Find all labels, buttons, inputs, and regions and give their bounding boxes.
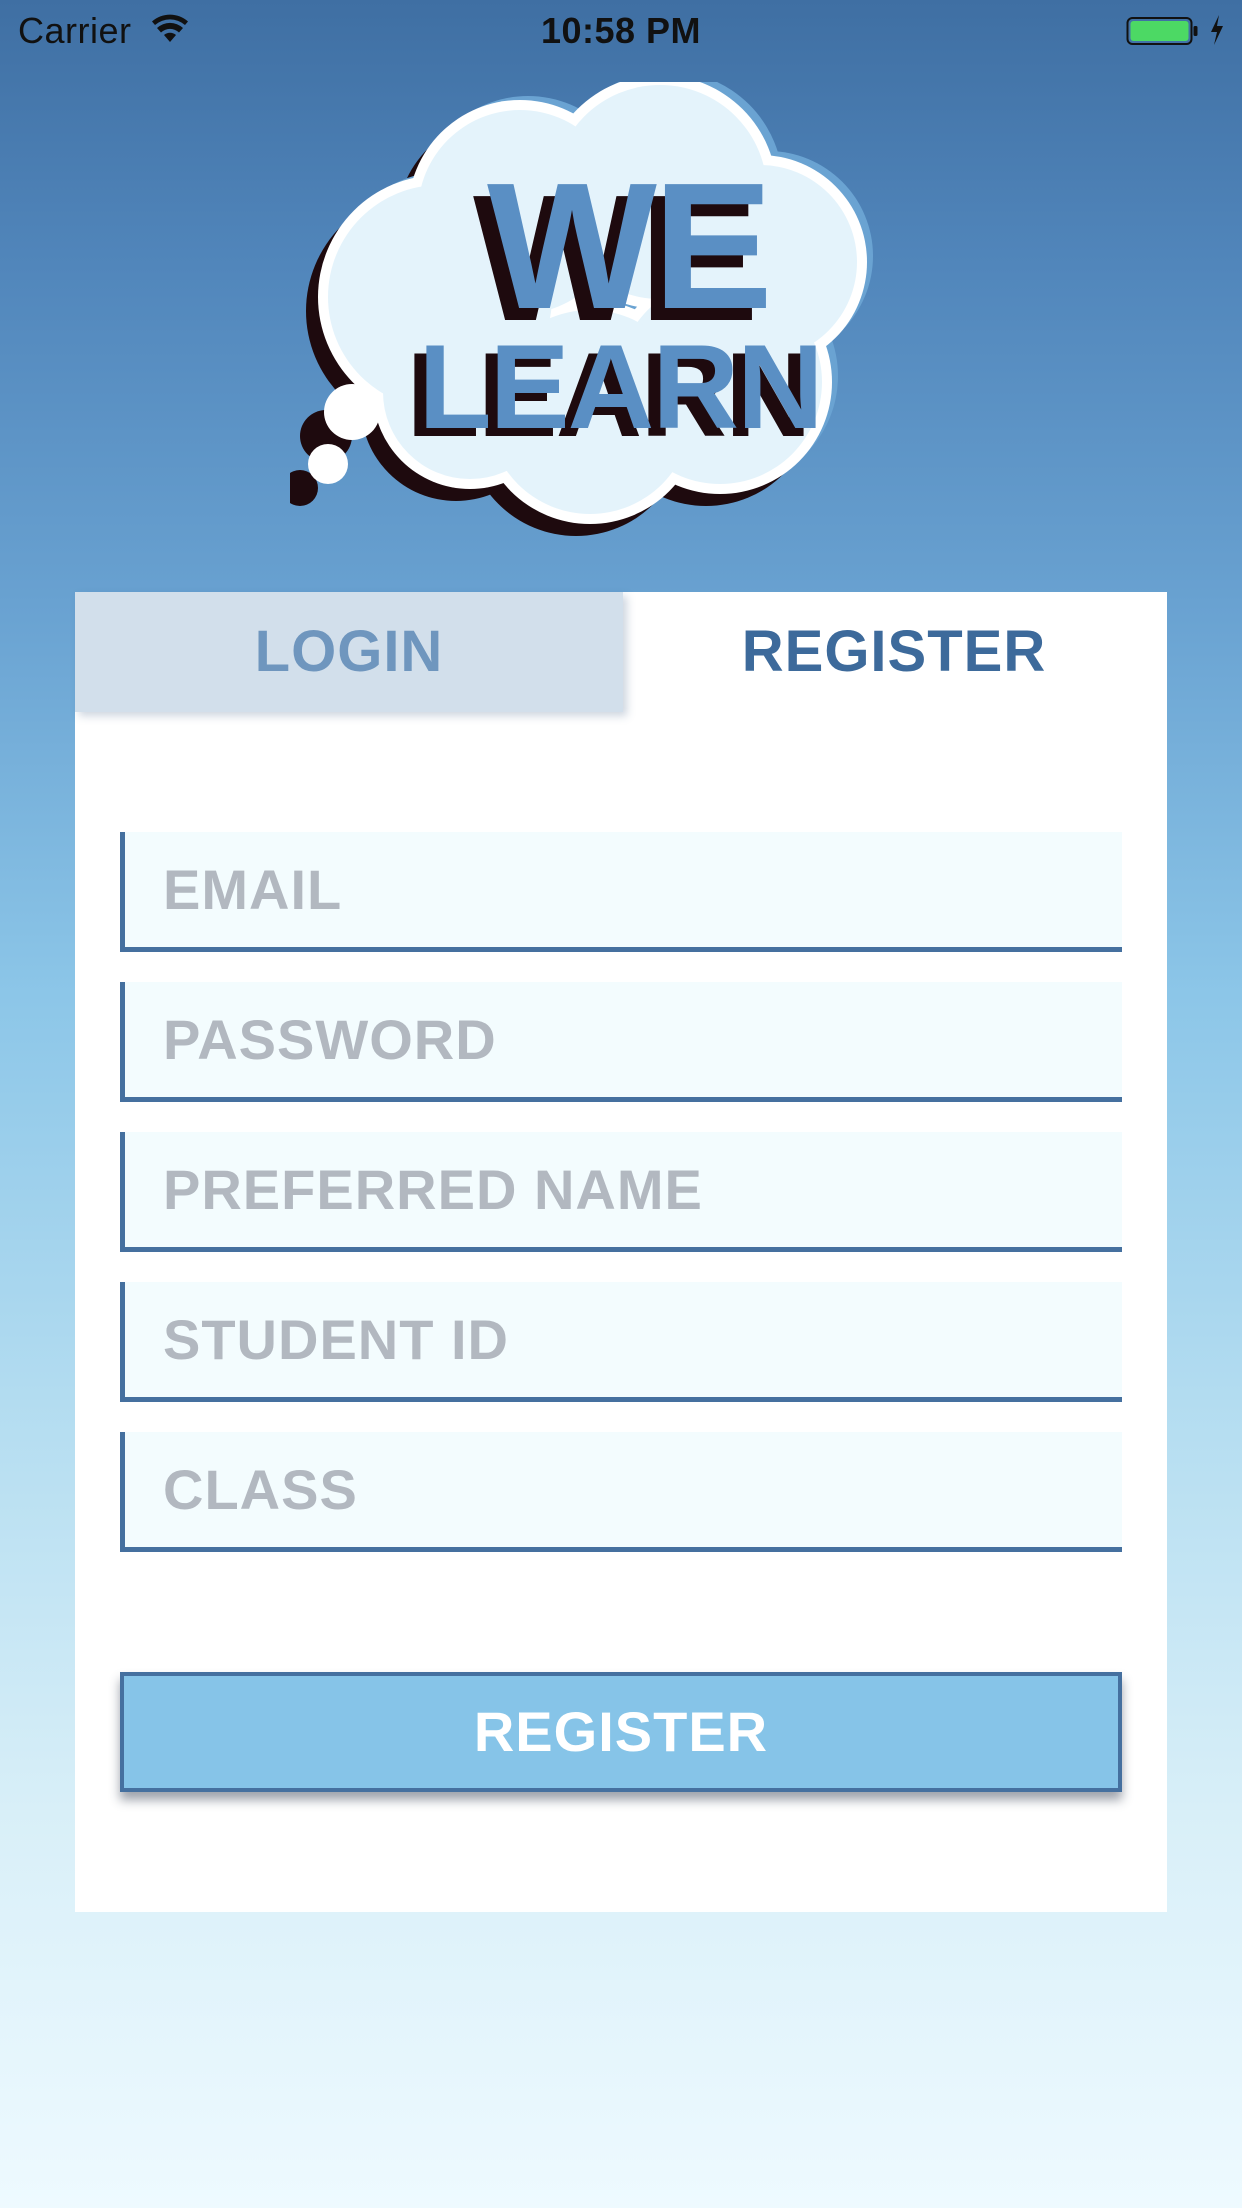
auth-card: LOGIN REGISTER REGISTER bbox=[75, 592, 1167, 1912]
logo-we-text-overlay: WE bbox=[487, 146, 769, 347]
email-field[interactable] bbox=[120, 832, 1122, 952]
battery-icon bbox=[1126, 17, 1198, 45]
register-button[interactable]: REGISTER bbox=[120, 1672, 1122, 1792]
status-time: 10:58 PM bbox=[540, 10, 702, 51]
tab-register[interactable]: REGISTER bbox=[621, 592, 1167, 712]
we-learn-logo: WE WE LEARN LEARN bbox=[290, 82, 873, 536]
password-field[interactable] bbox=[120, 982, 1122, 1102]
class-input[interactable] bbox=[163, 1432, 1103, 1547]
student-id-field[interactable] bbox=[120, 1282, 1122, 1402]
preferred-name-field[interactable] bbox=[120, 1132, 1122, 1252]
logo-learn-text-overlay: LEARN bbox=[418, 320, 821, 454]
student-id-input[interactable] bbox=[163, 1282, 1103, 1397]
password-input[interactable] bbox=[163, 982, 1103, 1097]
preferred-name-input[interactable] bbox=[163, 1132, 1103, 1247]
charging-bolt-icon bbox=[1211, 15, 1223, 45]
auth-tab-bar: LOGIN REGISTER bbox=[75, 592, 1167, 712]
tab-login[interactable]: LOGIN bbox=[75, 592, 623, 712]
class-field[interactable] bbox=[120, 1432, 1122, 1552]
email-input[interactable] bbox=[163, 832, 1103, 947]
status-bar: Carrier 10:58 PM bbox=[0, 0, 1242, 60]
